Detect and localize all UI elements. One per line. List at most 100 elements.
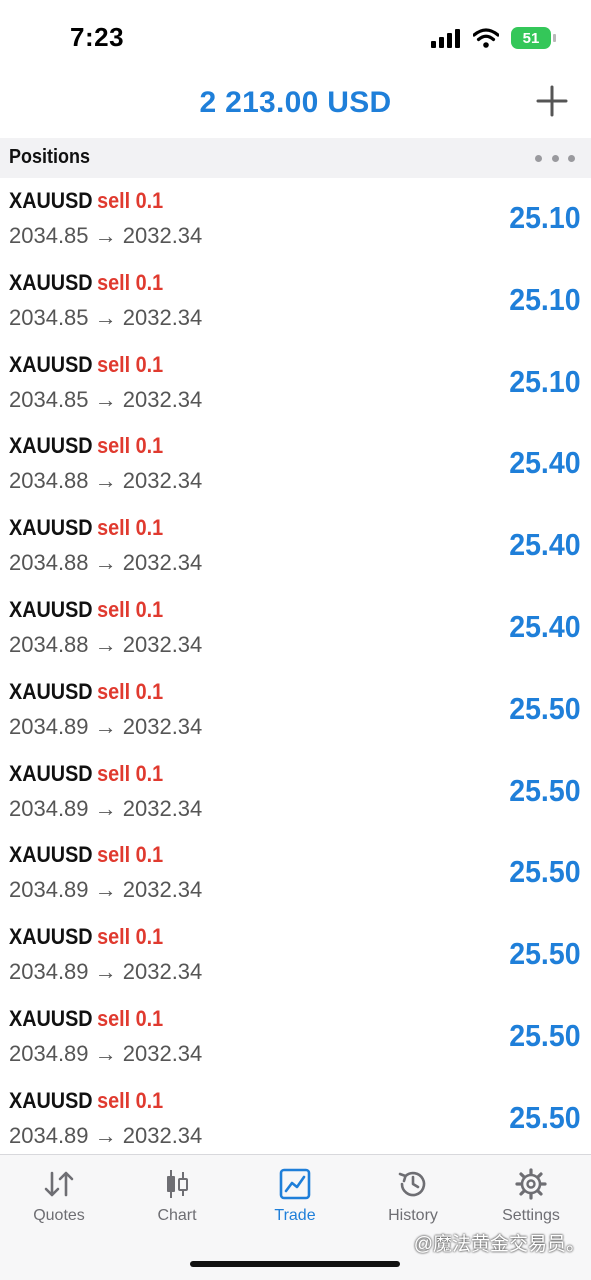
position-symbol: XAUUSD [9,351,93,377]
position-side: sell 0.1 [97,1005,164,1031]
history-clock-icon [398,1171,426,1197]
status-bar: 7:23 51 [0,0,591,70]
position-profit: 25.10 [509,200,581,235]
battery-level: 51 [522,29,540,47]
position-side: sell 0.1 [97,351,164,377]
position-prices: 2034.88 → 2032.34 [9,631,203,657]
position-side: sell 0.1 [97,188,164,213]
home-indicator[interactable] [190,1261,400,1267]
position-side: sell 0.1 [97,596,164,622]
position-prices: 2034.88 → 2032.34 [9,550,203,576]
position-title: XAUUSD sell 0.1 [9,352,163,378]
position-side: sell 0.1 [97,924,164,950]
position-prices: 2034.85 → 2032.34 [9,304,203,330]
position-row[interactable]: XAUUSD sell 0.1 2034.85 → 2032.34 25.10 [0,342,591,424]
position-profit: 25.40 [509,527,581,563]
dot [568,154,575,162]
position-row[interactable]: XAUUSD sell 0.1 2034.85 → 2032.34 25.10 [0,178,591,260]
position-profit: 25.50 [509,936,581,972]
position-row[interactable]: XAUUSD sell 0.1 2034.89 → 2032.34 25.50 [0,914,591,996]
position-prices: 2034.89 → 2032.34 [9,877,203,903]
dot [535,154,542,162]
position-symbol: XAUUSD [9,515,93,541]
position-symbol: XAUUSD [9,596,93,622]
position-profit: 25.50 [509,690,581,726]
position-profit: 25.40 [509,608,581,644]
positions-list: XAUUSD sell 0.1 2034.85 → 2032.34 25.10 X… [0,178,591,1160]
position-prices: 2034.89 → 2032.34 [9,795,203,821]
position-side: sell 0.1 [97,1087,164,1113]
section-title: Positions [9,146,91,168]
gear-icon [515,1168,547,1200]
position-symbol: XAUUSD [9,1005,93,1031]
position-profit: 25.10 [509,363,581,399]
trade-chart-icon [279,1168,311,1200]
position-symbol: XAUUSD [9,678,93,704]
plus-icon[interactable] [535,84,569,118]
position-title: XAUUSD sell 0.1 [9,270,163,296]
tab-label: Trade [274,1207,316,1224]
position-title: XAUUSD sell 0.1 [9,1006,163,1032]
position-title: XAUUSD sell 0.1 [9,924,163,950]
position-title: XAUUSD sell 0.1 [9,515,163,541]
position-prices: 2034.85 → 2032.34 [9,223,203,248]
tab-trade[interactable]: Trade [236,1167,354,1237]
tab-history[interactable]: History [354,1167,472,1237]
position-profit: 25.40 [509,445,581,481]
position-profit: 25.50 [509,1099,581,1135]
account-balance: 2 213.00 USD [199,86,392,119]
position-row[interactable]: XAUUSD sell 0.1 2034.85 → 2032.34 25.10 [0,260,591,342]
position-title: XAUUSD sell 0.1 [9,761,163,787]
position-symbol: XAUUSD [9,188,93,213]
position-title: XAUUSD sell 0.1 [9,842,163,868]
position-symbol: XAUUSD [9,433,93,459]
position-prices: 2034.89 → 2032.34 [9,1122,203,1148]
positions-section-header: Positions [0,138,591,178]
position-title: XAUUSD sell 0.1 [9,679,163,705]
tab-label: Quotes [33,1207,85,1224]
position-row[interactable]: XAUUSD sell 0.1 2034.88 → 2032.34 25.40 [0,505,591,587]
position-symbol: XAUUSD [9,1087,93,1113]
quotes-arrows-icon [44,1171,74,1197]
position-prices: 2034.85 → 2032.34 [9,386,203,412]
position-side: sell 0.1 [97,515,164,541]
tab-label: History [388,1207,438,1224]
watermark: @魔法黄金交易员。 [413,1234,585,1255]
tab-label: Settings [502,1207,560,1224]
position-symbol: XAUUSD [9,842,93,868]
position-row[interactable]: XAUUSD sell 0.1 2034.89 → 2032.34 25.50 [0,1078,591,1160]
status-time: 7:23 [70,22,125,52]
position-row[interactable]: XAUUSD sell 0.1 2034.88 → 2032.34 25.40 [0,587,591,669]
position-symbol: XAUUSD [9,760,93,786]
position-symbol: XAUUSD [9,924,93,950]
position-side: sell 0.1 [97,678,164,704]
tab-settings[interactable]: Settings [472,1167,590,1237]
wifi-icon [473,28,499,48]
position-profit: 25.10 [509,281,581,317]
position-side: sell 0.1 [97,760,164,786]
position-side: sell 0.1 [97,842,164,868]
position-title: XAUUSD sell 0.1 [9,1088,163,1114]
candlestick-chart-icon [167,1170,188,1198]
position-title: XAUUSD sell 0.1 [9,597,163,623]
tab-quotes[interactable]: Quotes [0,1167,118,1237]
more-horizontal-icon[interactable] [535,148,575,168]
tab-chart[interactable]: Chart [118,1167,236,1237]
position-prices: 2034.89 → 2032.34 [9,713,203,739]
position-prices: 2034.89 → 2032.34 [9,1040,203,1066]
position-row[interactable]: XAUUSD sell 0.1 2034.89 → 2032.34 25.50 [0,832,591,914]
position-row[interactable]: XAUUSD sell 0.1 2034.89 → 2032.34 25.50 [0,669,591,751]
position-symbol: XAUUSD [9,269,93,295]
position-profit: 25.50 [509,772,581,808]
position-title: XAUUSD sell 0.1 [9,188,163,214]
position-row[interactable]: XAUUSD sell 0.1 2034.88 → 2032.34 25.40 [0,423,591,505]
position-side: sell 0.1 [97,269,164,295]
position-profit: 25.50 [509,1017,581,1053]
status-icons: 51 [431,27,556,49]
position-row[interactable]: XAUUSD sell 0.1 2034.89 → 2032.34 25.50 [0,996,591,1078]
position-row[interactable]: XAUUSD sell 0.1 2034.89 → 2032.34 25.50 [0,751,591,833]
position-prices: 2034.89 → 2032.34 [9,959,203,985]
position-prices: 2034.88 → 2032.34 [9,468,203,494]
signal-icon [431,29,460,48]
dot [551,154,559,162]
